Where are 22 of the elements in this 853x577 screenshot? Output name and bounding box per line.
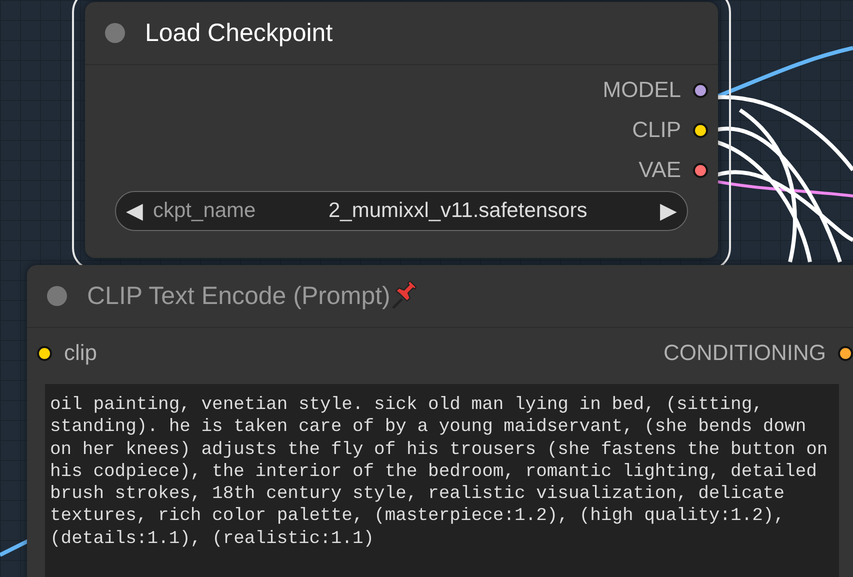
checkpoint-dropdown[interactable]: ◀ ckpt_name 2_mumixxl_v11.safetensors ▶ [115,191,688,231]
collapse-dot-icon[interactable] [47,286,67,306]
output-socket[interactable] [693,82,708,98]
input-socket[interactable] [37,346,52,360]
output-socket[interactable] [838,346,853,360]
node-title: CLIP Text Encode (Prompt) [87,282,390,310]
input-label: clip [64,340,98,366]
previous-arrow[interactable]: ◀ [126,198,143,224]
collapse-dot-icon[interactable] [105,23,125,43]
output-label: CLIP [632,117,681,143]
prompt-text-field[interactable]: oil painting, venetian style. sick old man lying in bed, (sitting, standing). he is taken care of by a young maidservant, (she bends down on her knees) adjusts the fly of his trousers (she fastens the button on his codpiece), the interior of the bedroom, romantic lighting, detailed brush strokes, 18th century style, realistic visualization, delicate textures, rich color palette, (masterpiece:1.2), (high quality:1.2), (details:1.1), (realistic:1.1) [45,384,840,577]
node-panel[interactable]: Load Checkpoint MODEL CLIP VAE ◀ ckpt_name 2_mumixxl_v11.safetensors ▶ [85,2,718,258]
output-label: MODEL [602,77,681,103]
output-socket[interactable] [693,162,708,178]
output-label: CONDITIONING [663,340,826,366]
output-label: VAE [638,157,681,183]
widget-label: ckpt_name [153,199,256,223]
next-arrow[interactable]: ▶ [660,198,677,224]
output-socket[interactable] [693,122,708,138]
node-title: Load Checkpoint [145,18,333,48]
node-panel[interactable] [27,265,853,577]
widget-value: 2_mumixxl_v11.safetensors [328,199,588,223]
